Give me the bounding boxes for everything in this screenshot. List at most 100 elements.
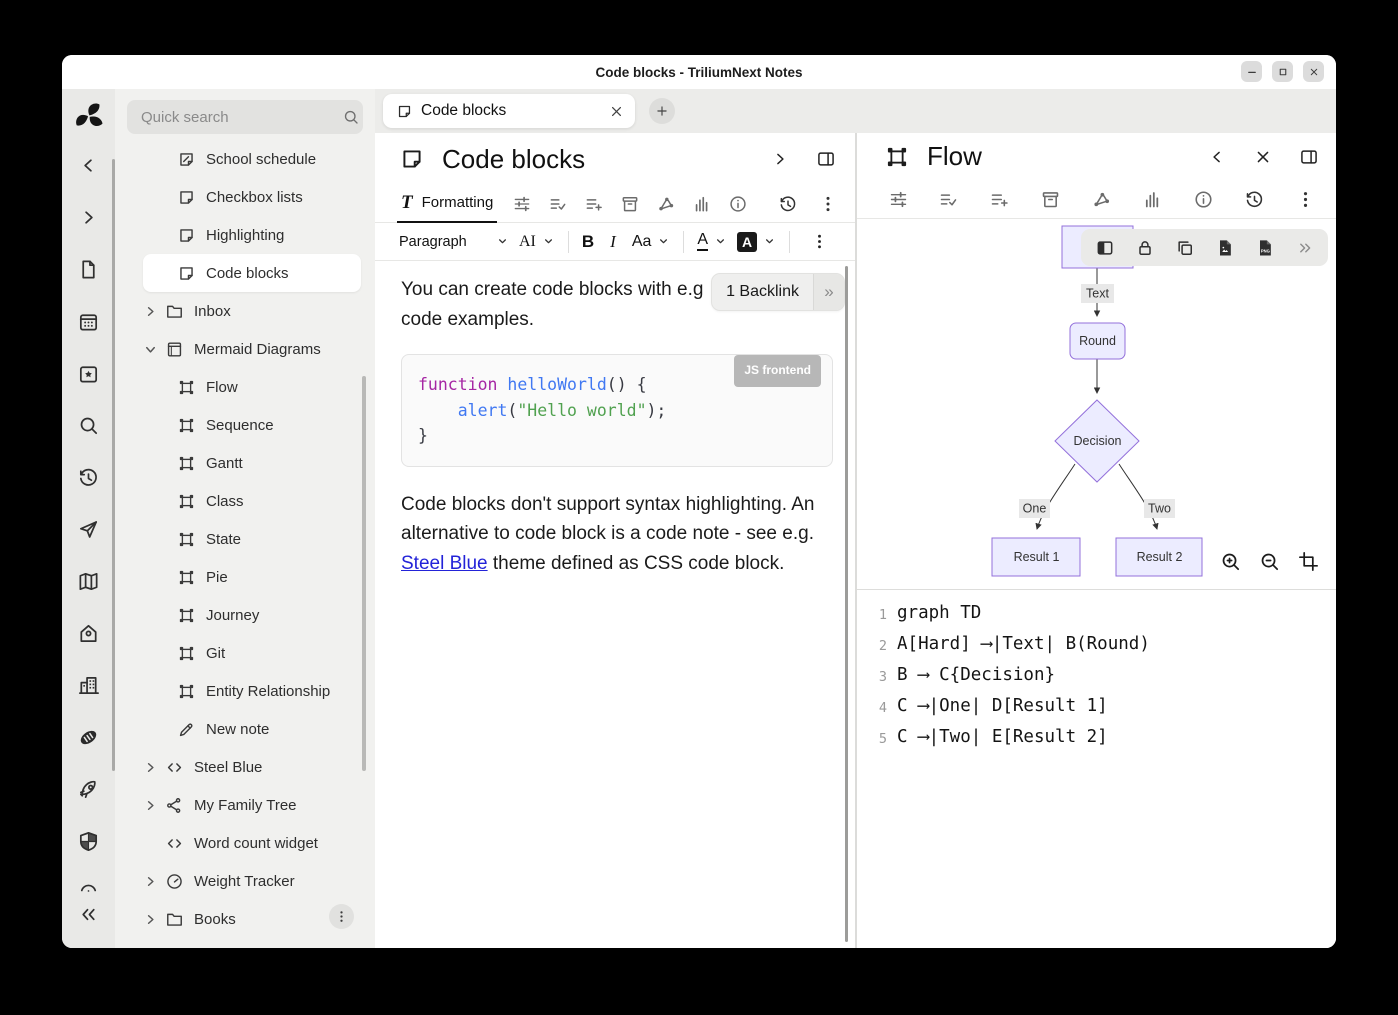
map-icon[interactable] <box>77 569 101 593</box>
note-icon[interactable] <box>399 146 425 172</box>
tree-item-school-schedule[interactable]: School schedule <box>143 140 361 178</box>
tree-options-button[interactable] <box>329 904 354 929</box>
highlight-color-dropdown[interactable]: A <box>737 232 776 252</box>
tree-item-entity-relationship[interactable]: Entity Relationship <box>143 672 361 710</box>
font-size-dropdown[interactable]: AI <box>519 233 555 251</box>
tree-item-highlighting[interactable]: Highlighting <box>143 216 361 254</box>
bold-button[interactable]: B <box>582 232 594 252</box>
backlink-expand-icon[interactable]: » <box>813 274 844 310</box>
lock-icon[interactable] <box>1134 237 1155 258</box>
tree-scrollbar[interactable] <box>362 376 366 771</box>
file-image-icon[interactable] <box>1214 237 1235 258</box>
tree-item-gantt[interactable]: Gantt <box>143 444 361 482</box>
home-icon[interactable] <box>77 621 101 645</box>
source-line[interactable]: 5C ⟶|Two| E[Result 2] <box>873 723 1336 754</box>
chevron-right-icon[interactable] <box>77 205 101 229</box>
chevron-right-icon[interactable] <box>143 303 165 319</box>
sliders-icon[interactable] <box>887 188 909 210</box>
chevron-right-icon[interactable] <box>143 759 165 775</box>
font-family-dropdown[interactable]: Aa <box>632 233 671 251</box>
note-content[interactable]: You can create code blocks with e.g code… <box>375 261 855 948</box>
toolbar-more-button[interactable] <box>809 232 829 252</box>
info-icon[interactable] <box>727 193 748 214</box>
arc-icon[interactable] <box>77 877 101 901</box>
steel-blue-link[interactable]: Steel Blue <box>401 553 488 574</box>
tree-item-statistics[interactable]: Statistics <box>143 938 361 948</box>
tree-item-weight-tracker[interactable]: Weight Tracker <box>143 862 361 900</box>
tree-item-mermaid-diagrams[interactable]: Mermaid Diagrams <box>143 330 361 368</box>
new-tab-button[interactable] <box>649 98 675 124</box>
chevrons-right-icon[interactable] <box>1294 237 1315 258</box>
note-title[interactable]: Flow <box>927 141 1206 172</box>
search-input[interactable] <box>139 108 342 127</box>
zoom-out-icon[interactable] <box>1257 549 1281 573</box>
tree-item-my-family-tree[interactable]: My Family Tree <box>143 786 361 824</box>
tree-item-steel-blue[interactable]: Steel Blue <box>143 748 361 786</box>
logo-icon[interactable] <box>74 101 104 131</box>
split-view-button[interactable] <box>815 148 837 170</box>
share-icon[interactable] <box>1091 188 1113 210</box>
tree-item-state[interactable]: State <box>143 520 361 558</box>
zoom-in-icon[interactable] <box>1218 549 1242 573</box>
crop-icon[interactable] <box>1296 549 1320 573</box>
archive-icon[interactable] <box>619 193 640 214</box>
list-check-icon[interactable] <box>547 193 568 214</box>
history-icon[interactable] <box>777 193 798 214</box>
calendar-icon[interactable] <box>77 309 101 333</box>
expand-ribbon-button[interactable] <box>769 148 791 170</box>
tree-item-pie[interactable]: Pie <box>143 558 361 596</box>
quick-search[interactable] <box>127 100 363 134</box>
chevron-down-icon[interactable] <box>143 341 165 357</box>
archive-icon[interactable] <box>1040 188 1062 210</box>
kebab-icon[interactable] <box>1294 188 1316 210</box>
viewtoggle-icon[interactable] <box>1094 237 1115 258</box>
backlink-widget[interactable]: 1 Backlink » <box>711 273 845 311</box>
list-check-icon[interactable] <box>938 188 960 210</box>
source-line[interactable]: 3B ⟶ C{Decision} <box>873 661 1336 692</box>
info-icon[interactable] <box>1192 188 1214 210</box>
tree-item-git[interactable]: Git <box>143 634 361 672</box>
tree-item-word-count-widget[interactable]: Word count widget <box>143 824 361 862</box>
content-scrollbar[interactable] <box>845 266 848 942</box>
chevron-right-icon[interactable] <box>143 911 165 927</box>
mermaid-source-editor[interactable]: 1graph TD2A[Hard] ⟶|Text| B(Round)3B ⟶ C… <box>857 589 1336 948</box>
chevron-left-icon[interactable] <box>77 153 101 177</box>
share-icon[interactable] <box>655 193 676 214</box>
font-color-dropdown[interactable]: A <box>697 232 727 251</box>
shield-icon[interactable] <box>77 829 101 853</box>
list-plus-icon[interactable] <box>583 193 604 214</box>
tree-item-sequence[interactable]: Sequence <box>143 406 361 444</box>
source-line[interactable]: 1graph TD <box>873 599 1336 630</box>
tree-item-class[interactable]: Class <box>143 482 361 520</box>
collapse-ribbon-button[interactable] <box>1206 146 1228 168</box>
list-plus-icon[interactable] <box>989 188 1011 210</box>
calendar-star-icon[interactable] <box>77 361 101 385</box>
chart-icon[interactable] <box>1141 188 1163 210</box>
close-button[interactable] <box>1303 61 1324 82</box>
kebab-icon[interactable] <box>817 193 838 214</box>
file-png-icon[interactable]: PNG <box>1254 237 1275 258</box>
history-icon[interactable] <box>1243 188 1265 210</box>
italic-button[interactable]: I <box>610 232 616 252</box>
source-line[interactable]: 2A[Hard] ⟶|Text| B(Round) <box>873 630 1336 661</box>
minimize-button[interactable] <box>1241 61 1262 82</box>
send-icon[interactable] <box>77 517 101 541</box>
tab-formatting[interactable]: T Formatting <box>397 184 497 223</box>
code-block[interactable]: JS frontend function helloWorld() { aler… <box>401 354 833 467</box>
tree-item-inbox[interactable]: Inbox <box>143 292 361 330</box>
tree-item-new-note[interactable]: New note <box>143 710 361 748</box>
paragraph-style-dropdown[interactable]: Paragraph <box>399 234 509 250</box>
building-icon[interactable] <box>77 673 101 697</box>
tree-item-journey[interactable]: Journey <box>143 596 361 634</box>
tree-item-code-blocks[interactable]: Code blocks <box>143 254 361 292</box>
search-icon[interactable] <box>77 413 101 437</box>
tree-item-checkbox-lists[interactable]: Checkbox lists <box>143 178 361 216</box>
mermaid-icon[interactable] <box>884 144 910 170</box>
chevron-right-icon[interactable] <box>143 873 165 889</box>
tab-code-blocks[interactable]: Code blocks <box>383 94 635 128</box>
chevron-right-icon[interactable] <box>143 797 165 813</box>
split-view-button[interactable] <box>1298 146 1320 168</box>
chart-icon[interactable] <box>691 193 712 214</box>
sliders-icon[interactable] <box>511 193 532 214</box>
tree-item-flow[interactable]: Flow <box>143 368 361 406</box>
